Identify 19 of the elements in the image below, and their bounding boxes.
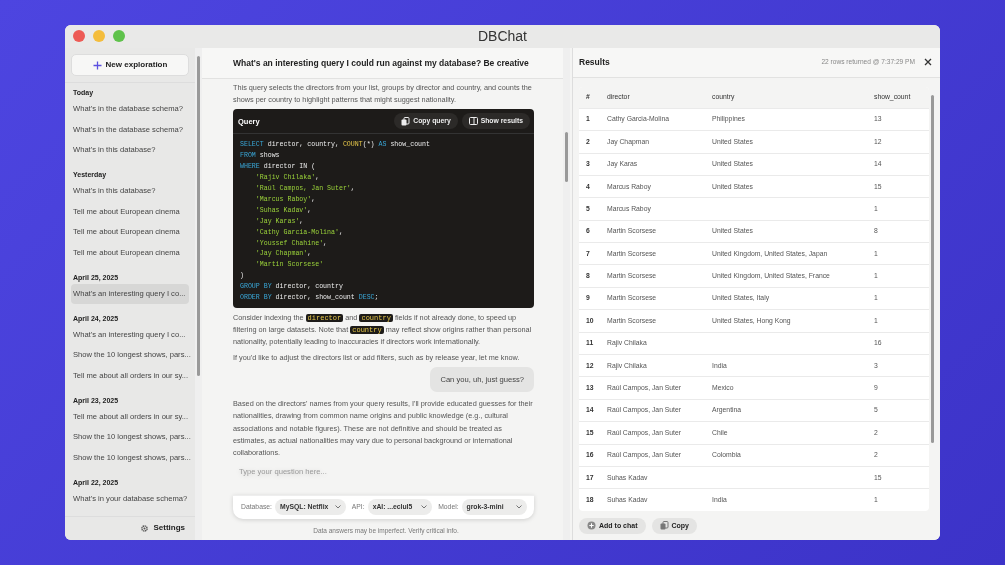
results-title: Results	[579, 56, 610, 69]
new-exploration-button[interactable]: New exploration	[71, 54, 189, 76]
chevron-down-icon	[516, 505, 522, 510]
chevron-down-icon	[421, 505, 428, 510]
plus-icon	[92, 60, 102, 70]
scrollbar[interactable]	[195, 48, 202, 540]
settings-icon	[140, 523, 150, 533]
zoom-button[interactable]	[113, 30, 125, 42]
add-circle-icon	[587, 521, 596, 531]
window-title: DBChat	[478, 27, 527, 46]
settings-button[interactable]: Settings	[140, 522, 185, 534]
close-icon[interactable]	[924, 58, 932, 67]
scrollbar[interactable]	[563, 48, 570, 540]
minimize-button[interactable]	[93, 30, 105, 42]
copy-icon	[659, 521, 669, 531]
panel-icon	[468, 117, 478, 126]
close-button[interactable]	[73, 30, 85, 42]
chevron-down-icon	[334, 505, 341, 510]
copy-icon	[401, 116, 411, 126]
